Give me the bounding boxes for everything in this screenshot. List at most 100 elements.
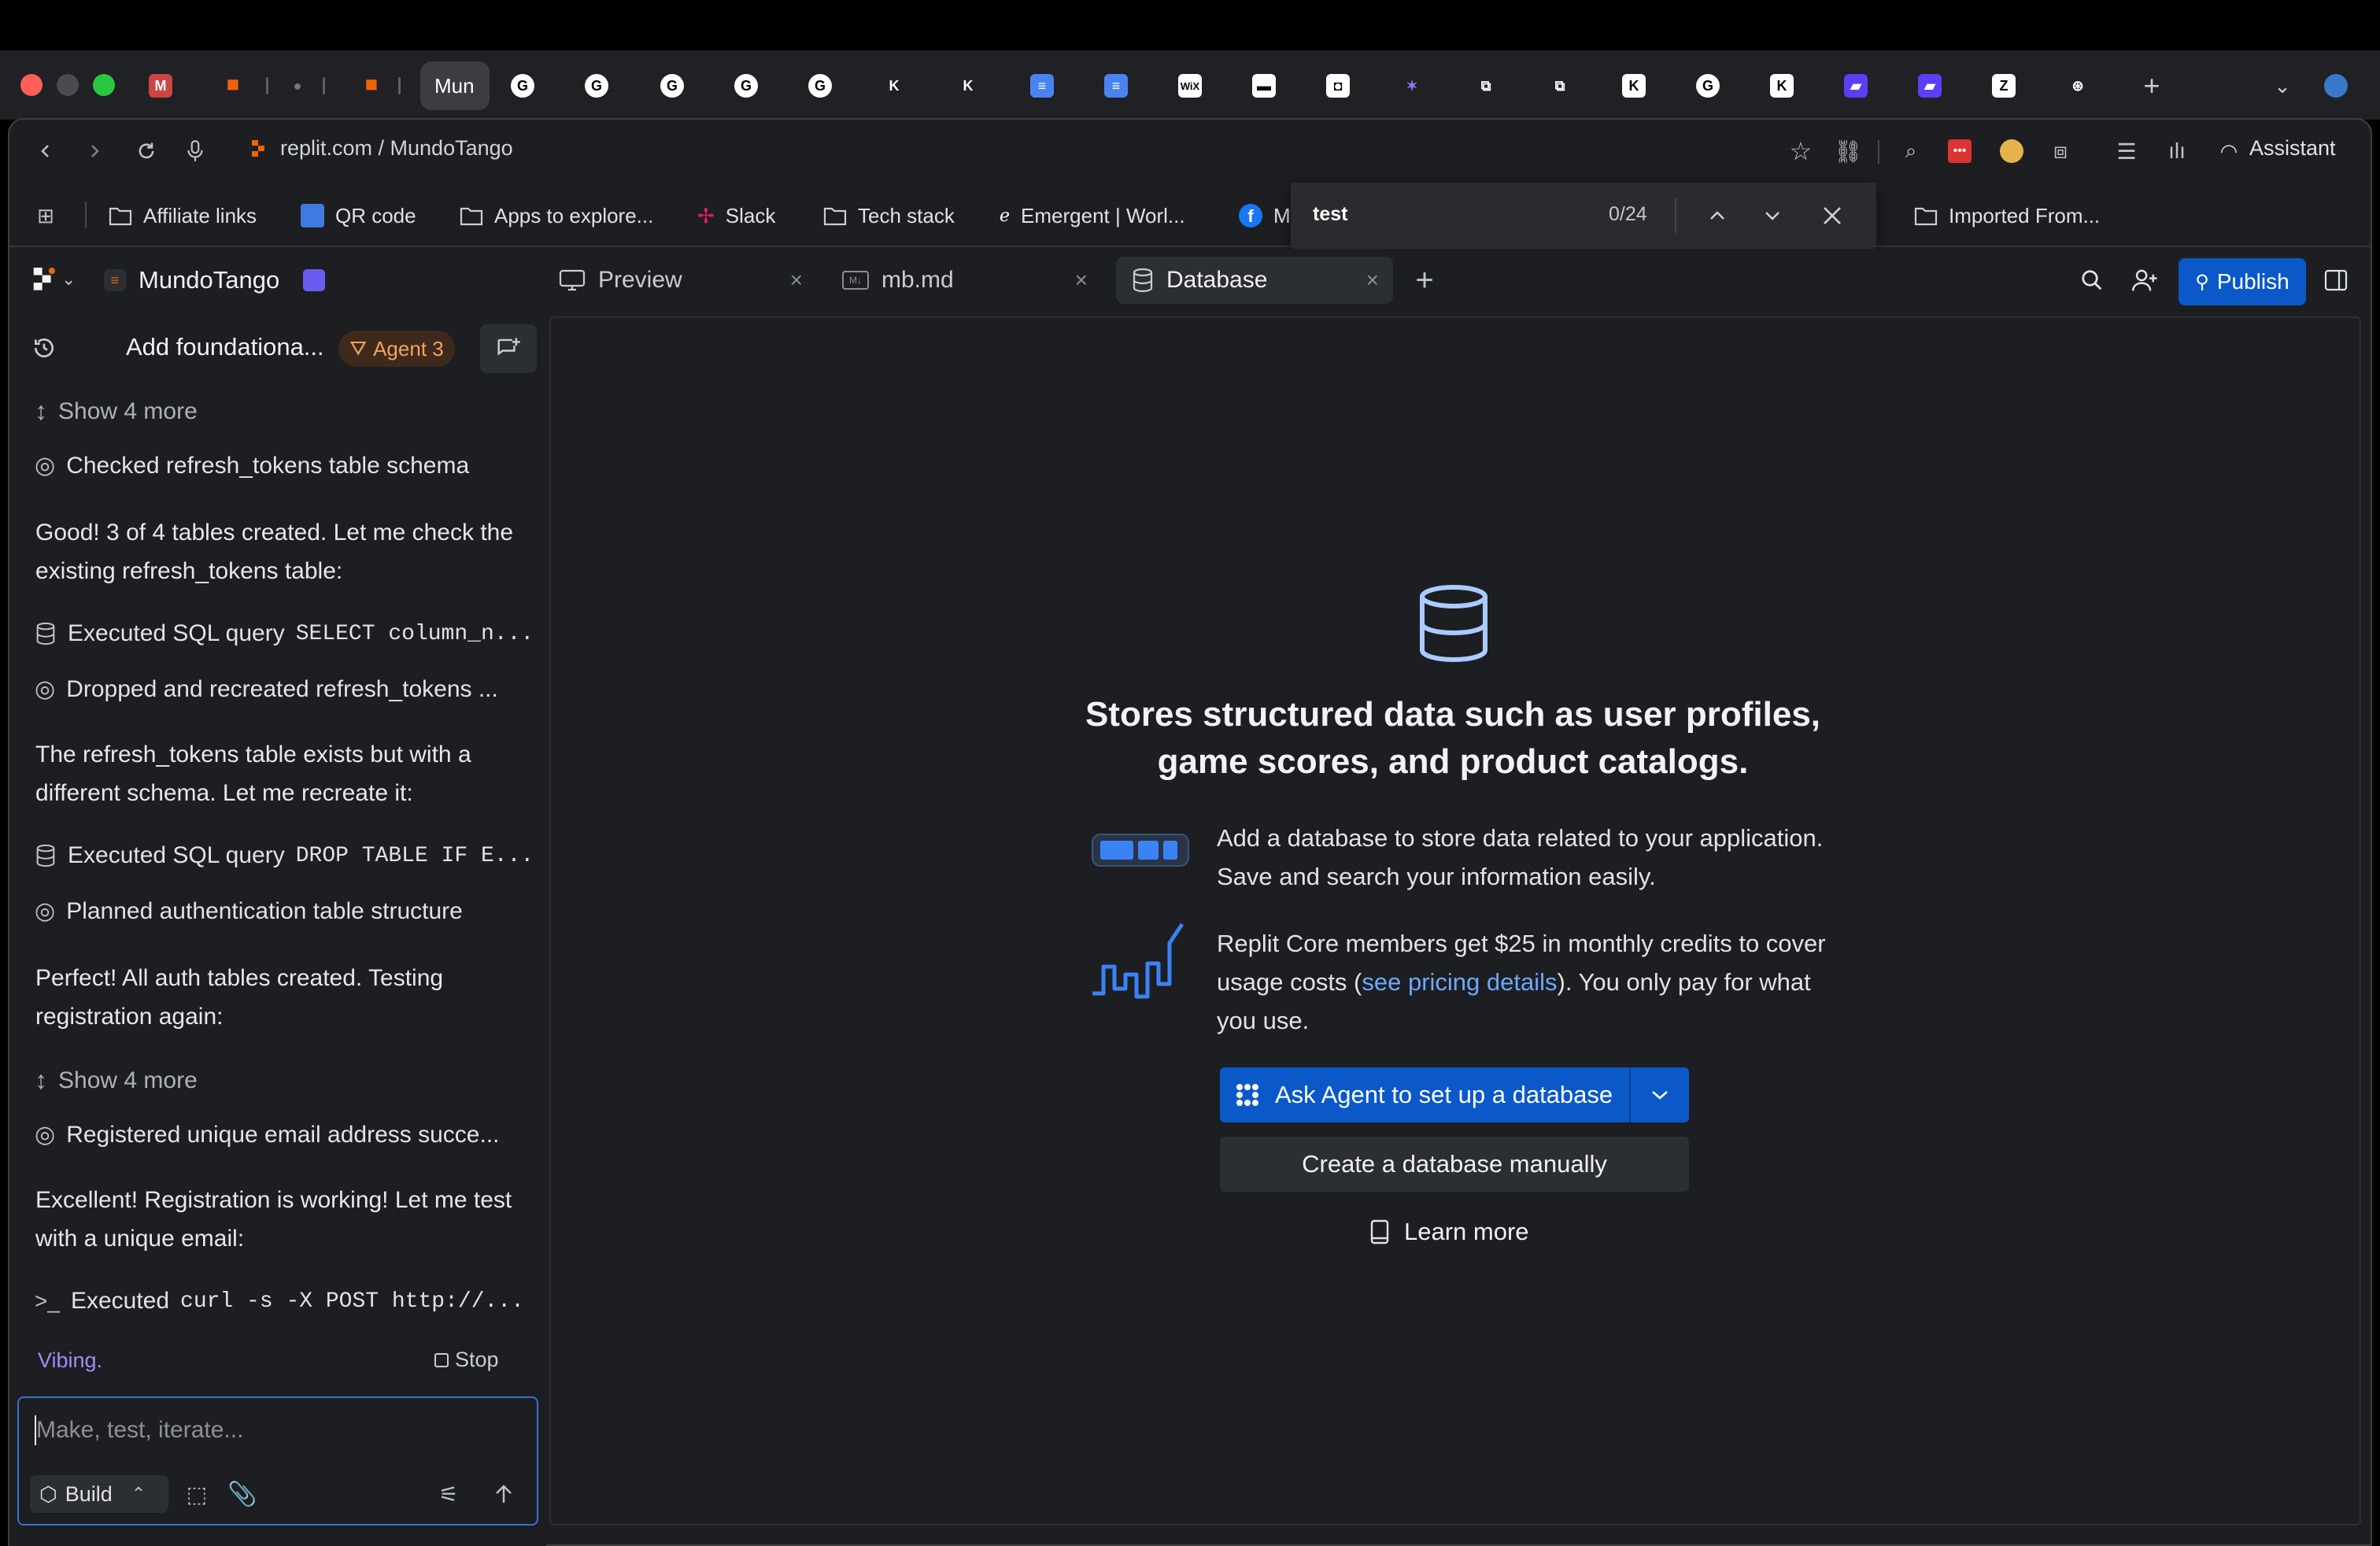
attach-button[interactable]: 📎 [225, 1477, 260, 1511]
tab-database[interactable]: Database × [1116, 257, 1393, 304]
tab-search-button[interactable]: ⌄ [2260, 68, 2304, 104]
new-chat-button[interactable] [480, 324, 537, 373]
voice-search-button[interactable] [178, 134, 213, 168]
browser-tab[interactable]: K [1760, 68, 1804, 104]
project-selector[interactable]: ≡ MundoTango [104, 266, 326, 294]
step-sql-2[interactable]: Executed SQL query DROP TABLE IF E... [35, 842, 534, 869]
find-previous-button[interactable] [1700, 198, 1735, 233]
browser-tab[interactable]: K [946, 68, 990, 104]
active-browser-tab[interactable]: Mun [420, 61, 490, 110]
extension-button[interactable] [1994, 134, 2029, 168]
browser-tab[interactable]: M [139, 68, 183, 104]
media-button[interactable]: ılı [2160, 134, 2194, 168]
browser-tab[interactable]: ⊛ [2056, 68, 2100, 104]
step-dropped[interactable]: ◎ Dropped and recreated refresh_tokens .… [35, 675, 498, 703]
browser-tab[interactable]: G [1686, 68, 1730, 104]
bookmark-imported-from[interactable]: Imported From... [1914, 198, 2100, 233]
bookmark-facebook[interactable]: f M [1239, 198, 1291, 233]
invite-button[interactable] [2128, 263, 2163, 298]
url-text[interactable]: replit.com / MundoTango [280, 136, 513, 161]
browser-tab[interactable]: ▬ [1242, 68, 1286, 104]
browser-tab[interactable]: G [650, 68, 694, 104]
thread-title[interactable]: Add foundationa... [126, 333, 324, 361]
ask-agent-dropdown-button[interactable] [1631, 1067, 1689, 1123]
build-mode-button[interactable]: ⬡ Build ⌃ [30, 1475, 168, 1513]
browser-tab[interactable]: Z [1982, 68, 2026, 104]
window-zoom-button[interactable] [93, 74, 115, 96]
step-planned[interactable]: ◎ Planned authentication table structure [35, 897, 463, 925]
bookmark-tech-stack[interactable]: Tech stack [823, 198, 955, 233]
assistant-button[interactable]: ◠ [2212, 134, 2246, 168]
reading-list-button[interactable]: ☰ [2109, 134, 2144, 168]
bookmark-emergent[interactable]: ℯ Emergent | Worl... [1000, 198, 1185, 233]
window-close-button[interactable] [20, 74, 42, 96]
apps-button[interactable]: ⊞ [28, 198, 63, 233]
window-minimize-button[interactable] [57, 74, 79, 96]
browser-tab[interactable]: ◘ [1316, 68, 1360, 104]
close-icon[interactable]: × [1075, 268, 1088, 293]
bookmark-qr-code[interactable]: QR code [301, 198, 416, 233]
tab-preview[interactable]: Preview × [543, 257, 817, 304]
settings-button[interactable]: ⚟ [431, 1477, 466, 1511]
learn-more-link[interactable]: Learn more [1369, 1212, 1529, 1252]
browser-tab[interactable]: ⧉ [1464, 68, 1508, 104]
assistant-label[interactable]: Assistant [2249, 136, 2336, 161]
toggle-panel-button[interactable] [2319, 263, 2353, 298]
browser-tab[interactable]: ● [275, 68, 320, 104]
replit-menu-button[interactable]: ⌄ [31, 268, 76, 291]
browser-tab[interactable]: ▰ [1908, 68, 1952, 104]
ask-agent-button[interactable]: Ask Agent to set up a database [1220, 1067, 1629, 1123]
show-more-button[interactable]: ↕ Show 4 more [35, 1066, 198, 1095]
browser-tab[interactable]: ⯀ [349, 68, 394, 104]
close-icon[interactable]: × [790, 268, 803, 293]
search-button[interactable] [2075, 263, 2109, 298]
step-sql-1[interactable]: Executed SQL query SELECT column_n... [35, 620, 534, 647]
bookmark-star-button[interactable]: ☆ [1783, 134, 1818, 168]
create-database-manually-button[interactable]: Create a database manually [1220, 1137, 1689, 1192]
send-button[interactable] [486, 1477, 521, 1511]
browser-tab[interactable]: ⧉ [1538, 68, 1582, 104]
chat-input[interactable]: Make, test, iterate... [36, 1417, 243, 1444]
browser-tab[interactable]: ≡ [1094, 68, 1138, 104]
browser-tab[interactable]: K [872, 68, 916, 104]
tab-mb-md[interactable]: M↓ mb.md × [826, 257, 1102, 304]
browser-tab[interactable]: G [724, 68, 768, 104]
find-input[interactable]: test [1313, 203, 1347, 226]
markdown-icon: M↓ [842, 271, 869, 290]
pricing-details-link[interactable]: see pricing details [1362, 968, 1557, 996]
step-curl[interactable]: >_ Executed curl -s -X POST http://... [35, 1288, 524, 1315]
browser-tab[interactable]: WiX [1168, 68, 1212, 104]
back-button[interactable] [28, 134, 63, 168]
select-element-button[interactable]: ⬚ [179, 1477, 214, 1511]
lens-button[interactable]: ⌕ [1894, 134, 1928, 168]
browser-tab[interactable]: K [1612, 68, 1656, 104]
step-checked[interactable]: ◎ Checked refresh_tokens table schema [35, 452, 469, 479]
new-tab-button[interactable]: + [2130, 68, 2174, 104]
browser-tab[interactable]: G [798, 68, 842, 104]
browser-tab[interactable]: ⯀ [211, 68, 255, 104]
bookmark-slack[interactable]: ✢ Slack [697, 198, 775, 233]
show-more-button[interactable]: ↕ Show 4 more [35, 397, 198, 426]
profile-button[interactable] [2314, 68, 2358, 104]
copy-link-button[interactable]: ⛓ [1831, 134, 1865, 168]
forward-button[interactable] [77, 134, 112, 168]
bookmark-affiliate-links[interactable]: Affiliate links [109, 198, 257, 233]
close-icon[interactable]: × [1366, 268, 1379, 293]
browser-tab[interactable]: ≡ [1020, 68, 1064, 104]
extension-button[interactable]: ••• [1942, 134, 1977, 168]
step-registered[interactable]: ◎ Registered unique email address succe.… [35, 1121, 500, 1148]
publish-button[interactable]: ⚲ Publish [2179, 258, 2306, 305]
stop-button[interactable]: Stop [434, 1348, 499, 1372]
bookmark-apps-to-explore[interactable]: Apps to explore... [460, 198, 653, 233]
browser-tab[interactable]: G [501, 68, 545, 104]
browser-tab[interactable]: ▰ [1834, 68, 1878, 104]
browser-tab[interactable]: G [575, 68, 619, 104]
reload-button[interactable] [129, 134, 164, 168]
find-next-button[interactable] [1755, 198, 1790, 233]
history-button[interactable] [27, 331, 61, 365]
brain-icon: ◎ [35, 1122, 56, 1148]
new-replit-tab-button[interactable]: + [1407, 263, 1442, 298]
browser-tab[interactable]: ✶ [1390, 68, 1434, 104]
find-close-button[interactable] [1815, 198, 1850, 233]
extensions-menu-button[interactable]: ⧈ [2043, 134, 2078, 168]
